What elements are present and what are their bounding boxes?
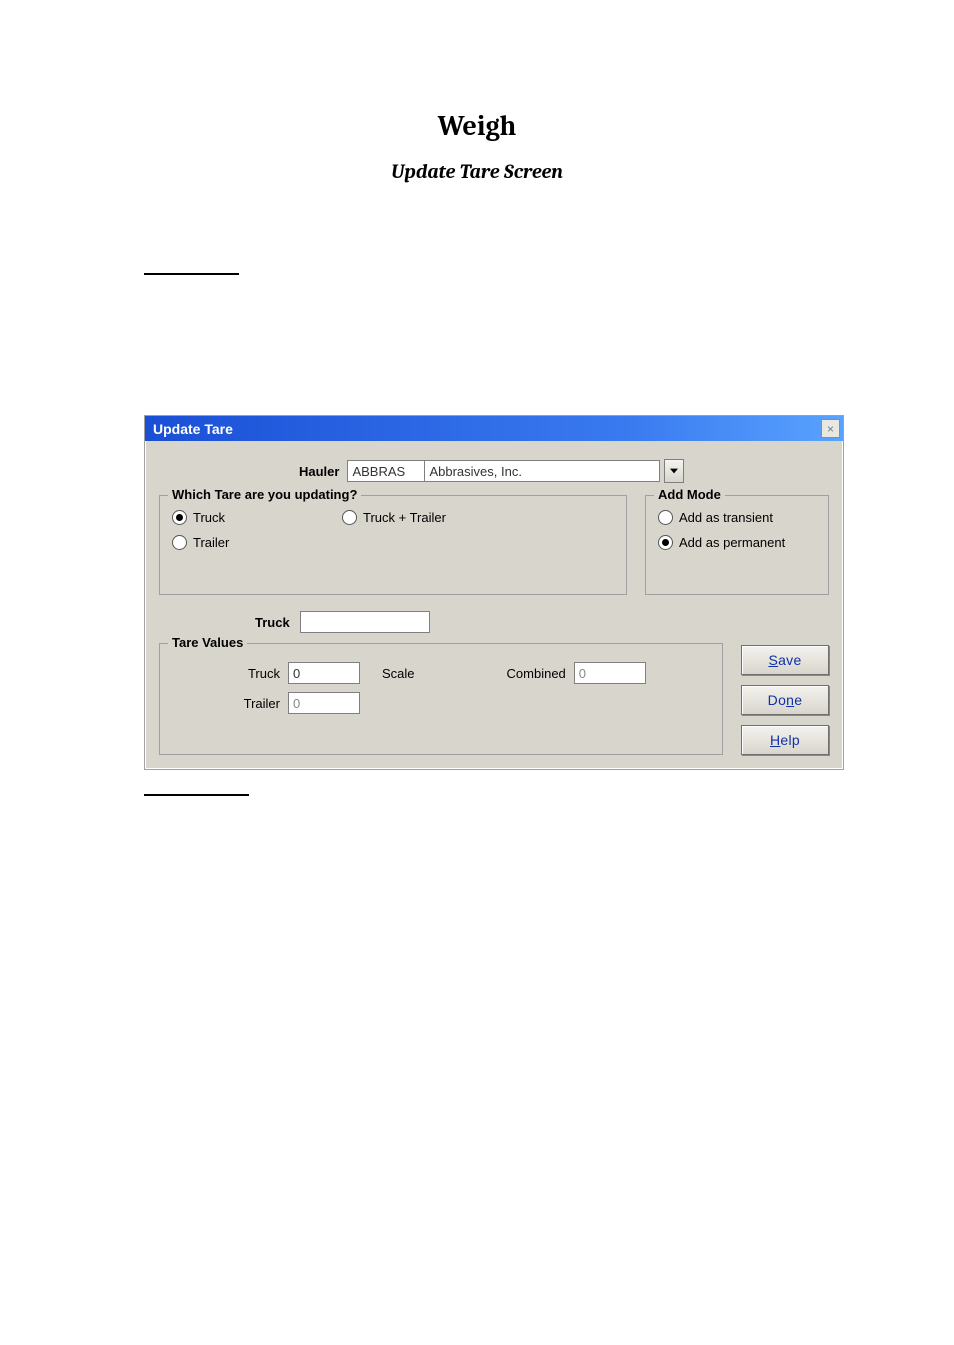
radio-trailer-label: Trailer xyxy=(193,535,229,550)
truck-input[interactable] xyxy=(300,611,430,633)
radio-truck-label: Truck xyxy=(193,510,225,525)
save-rest: ave xyxy=(778,652,801,668)
tare-scale-label: Scale xyxy=(382,666,415,681)
tare-truck-label: Truck xyxy=(172,666,280,681)
radio-icon xyxy=(658,510,673,525)
hauler-label: Hauler xyxy=(299,464,339,479)
close-icon: × xyxy=(827,423,834,435)
radio-icon xyxy=(342,510,357,525)
done-button[interactable]: Done xyxy=(741,685,829,715)
divider xyxy=(144,794,249,796)
hauler-code-input[interactable] xyxy=(347,460,425,482)
radio-transient[interactable]: Add as transient xyxy=(658,510,816,525)
radio-permanent[interactable]: Add as permanent xyxy=(658,535,816,550)
page-subtitle: Update Tare Screen xyxy=(0,160,954,183)
tare-combined-input[interactable] xyxy=(574,662,646,684)
tare-trailer-input[interactable] xyxy=(288,692,360,714)
radio-icon xyxy=(658,535,673,550)
radio-truck-trailer-label: Truck + Trailer xyxy=(363,510,446,525)
save-button[interactable]: Save xyxy=(741,645,829,675)
tare-combined-label: Combined xyxy=(507,666,566,681)
divider xyxy=(144,273,239,275)
radio-truck[interactable]: Truck xyxy=(172,510,342,525)
update-tare-dialog: Update Tare × Hauler xyxy=(144,415,844,770)
chevron-down-icon xyxy=(670,467,678,475)
tare-values-group: Truck Scale Combined Trailer xyxy=(159,643,723,755)
hauler-name-input[interactable] xyxy=(425,460,660,482)
close-button[interactable]: × xyxy=(821,419,840,438)
radio-trailer[interactable]: Trailer xyxy=(172,535,342,550)
save-mnemonic: S xyxy=(768,652,778,668)
page-title: Weigh xyxy=(0,110,954,142)
help-button[interactable]: Help xyxy=(741,725,829,755)
tare-trailer-label: Trailer xyxy=(172,696,280,711)
tare-truck-input[interactable] xyxy=(288,662,360,684)
radio-transient-label: Add as transient xyxy=(679,510,773,525)
truck-field-label: Truck xyxy=(255,615,290,630)
done-post: e xyxy=(794,692,802,708)
radio-icon xyxy=(172,535,187,550)
done-pre: Do xyxy=(768,692,787,708)
radio-permanent-label: Add as permanent xyxy=(679,535,785,550)
hauler-dropdown-button[interactable] xyxy=(664,459,684,483)
help-rest: elp xyxy=(780,732,800,748)
add-mode-group: Add as transient Add as permanent xyxy=(645,495,829,595)
help-mnemonic: H xyxy=(770,732,780,748)
radio-icon xyxy=(172,510,187,525)
radio-truck-trailer[interactable]: Truck + Trailer xyxy=(342,510,614,525)
titlebar: Update Tare × xyxy=(145,416,843,441)
dialog-title: Update Tare xyxy=(153,421,233,437)
which-tare-group: Truck Trailer Truck + Traile xyxy=(159,495,627,595)
